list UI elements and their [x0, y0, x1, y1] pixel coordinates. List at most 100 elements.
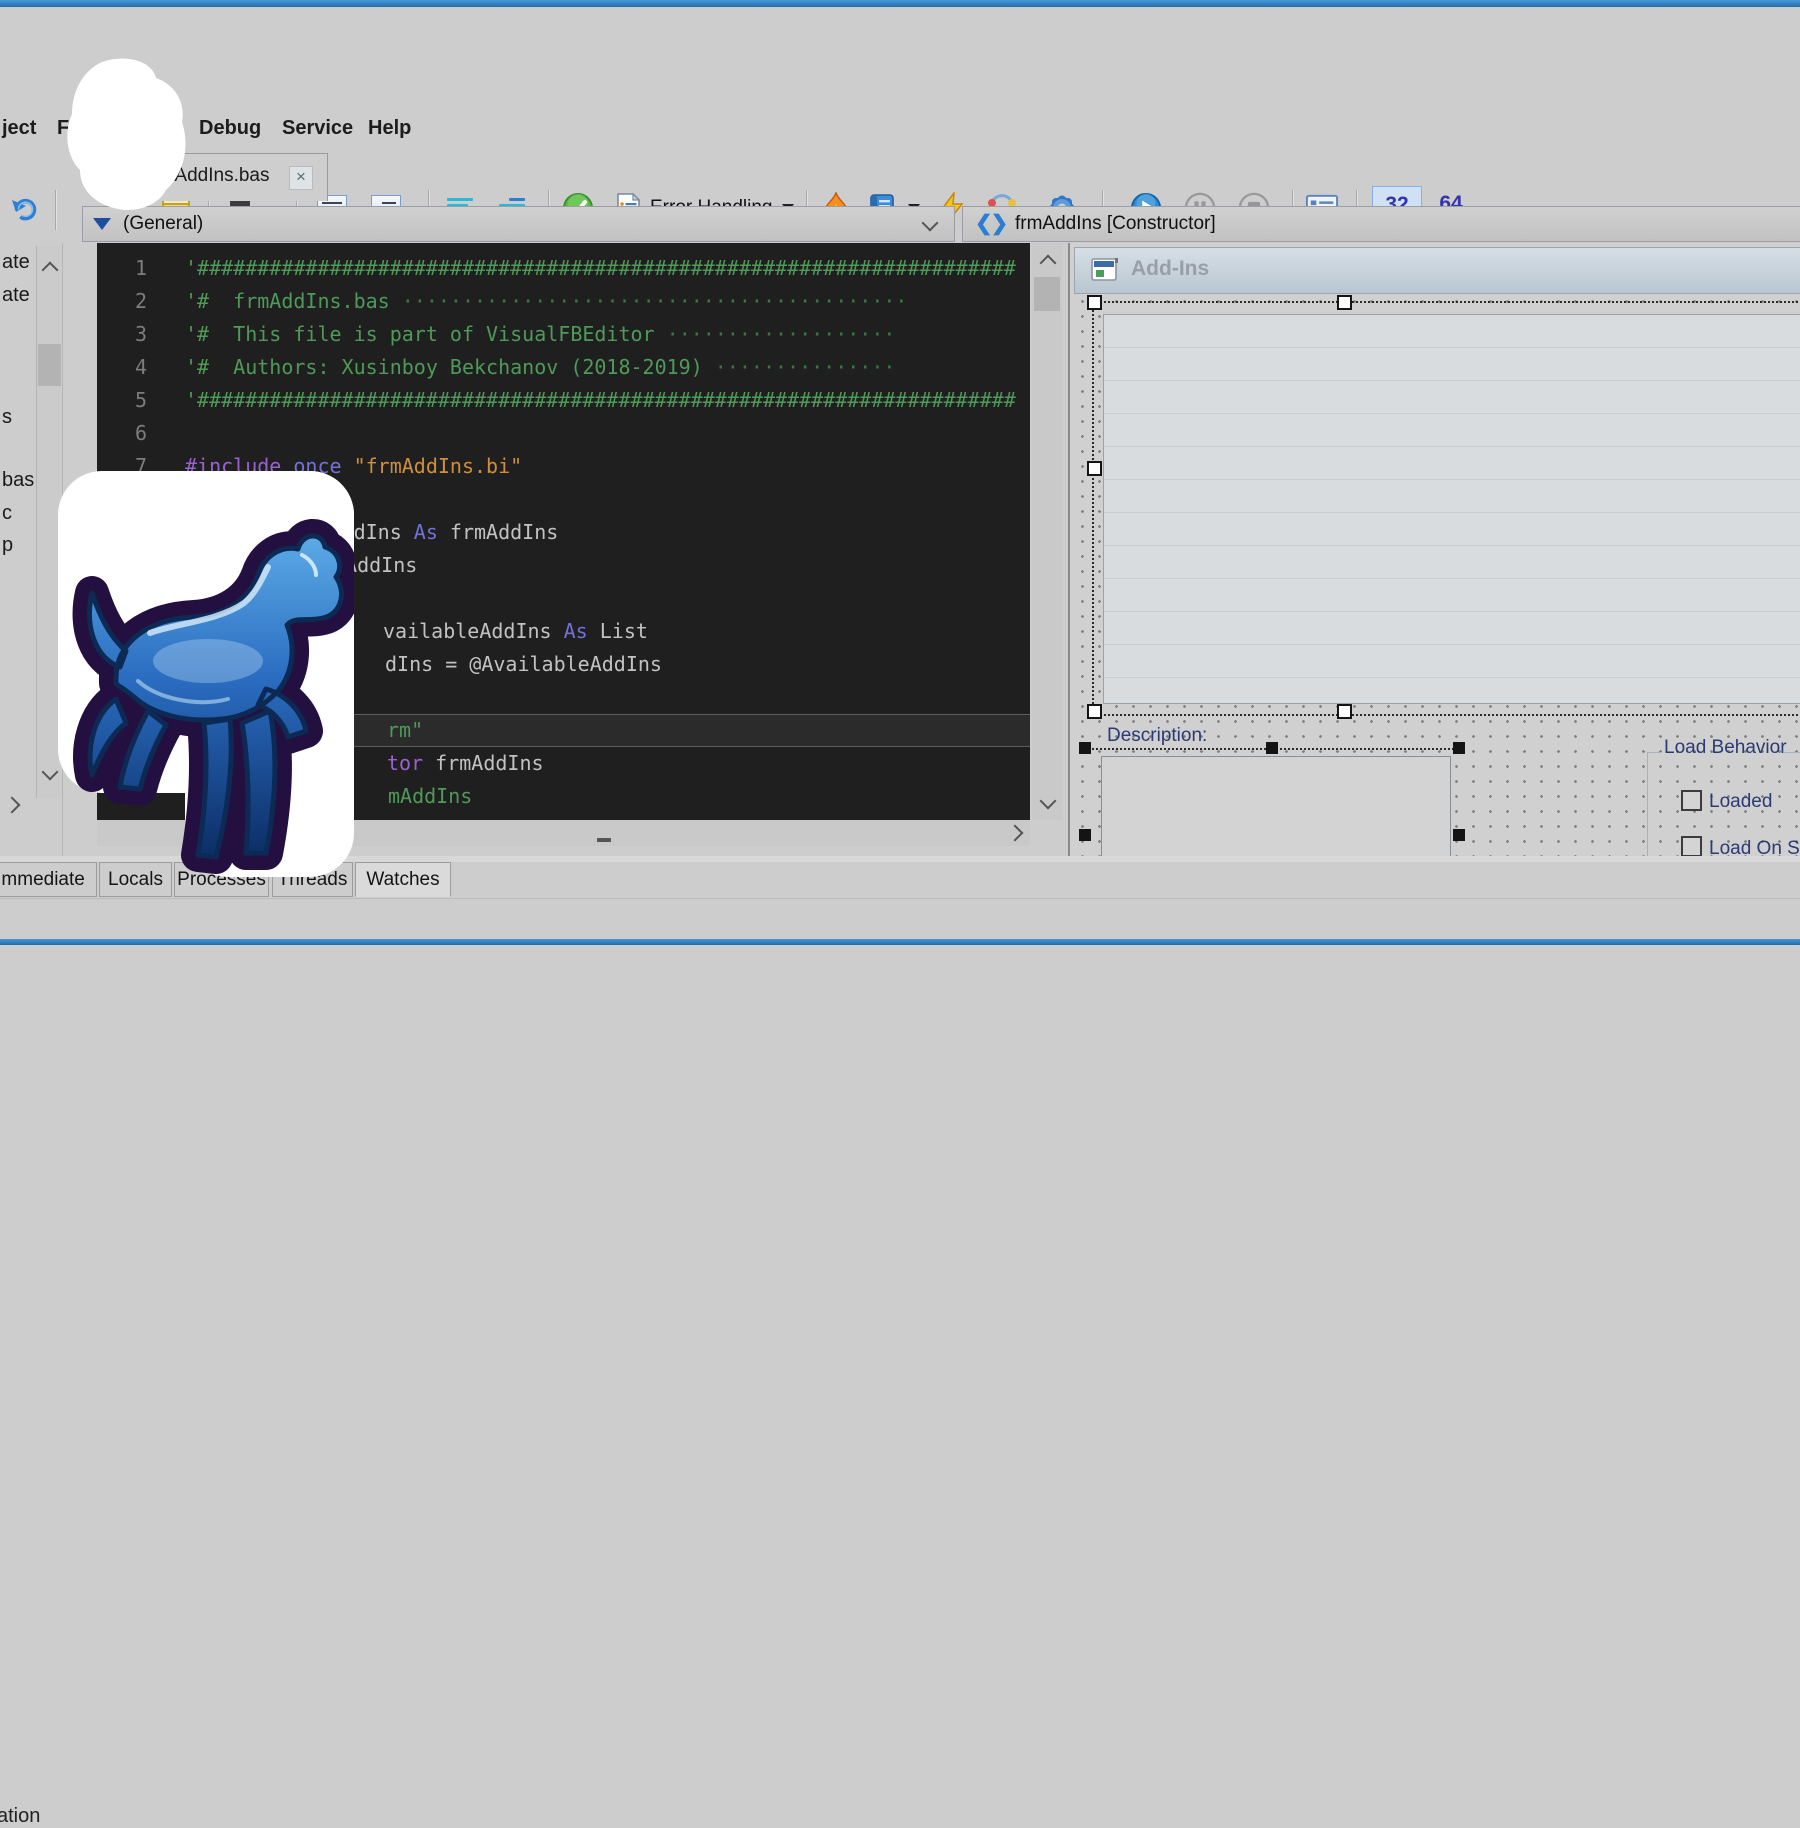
line-number: 2 — [97, 285, 147, 318]
code-line-4[interactable]: 4'# Authors: Xusinboy Bekchanov (2018-20… — [97, 351, 1030, 384]
code-text: '# This file is part of VisualFBEditor ·… — [185, 318, 895, 351]
project-tree-item[interactable]: ate — [2, 250, 30, 274]
scope-combobox[interactable]: (General) — [82, 206, 955, 242]
code-line-14[interactable]: 14 — [97, 681, 1030, 714]
line-number: 1 — [97, 252, 147, 285]
debug-tab-immediate[interactable]: Immediate — [0, 862, 97, 897]
visualfbeditor-window: { "colors": { "accent_blue": "#2b7cc2", … — [0, 0, 1800, 945]
code-text: vailableAddIns As List — [383, 615, 648, 648]
project-tree-item[interactable]: p — [2, 533, 13, 557]
description-textbox[interactable] — [1101, 756, 1451, 856]
selection-handle[interactable] — [1337, 295, 1352, 310]
listview-selection-border — [1092, 301, 1800, 716]
project-tree-item[interactable]: c — [2, 501, 12, 525]
code-line-7[interactable]: 7#include once "frmAddIns.bi" — [97, 450, 1030, 483]
code-line-6[interactable]: 6 — [97, 417, 1030, 450]
code-text: mAddIns — [388, 780, 472, 813]
code-line-8[interactable]: 8 — [97, 483, 1030, 516]
debug-tab-processes[interactable]: Processes — [174, 862, 269, 897]
editor-hscrollbar[interactable] — [97, 820, 1030, 846]
project-tree-item[interactable]: bas — [2, 468, 34, 492]
code-text: Dim Shared fAddIns As frmAddIns — [185, 516, 558, 549]
code-line-11[interactable]: 11 — [97, 582, 1030, 615]
tab-frmaddins-bas[interactable]: frmAddIns.bas × — [100, 153, 328, 201]
scroll-right-icon[interactable] — [1007, 825, 1024, 842]
code-editor[interactable]: 1 '######################################… — [97, 243, 1030, 829]
code-line-9[interactable]: 9 Dim Shared fAddIns As frmAddIns — [97, 516, 1030, 549]
line-number: 13 — [97, 648, 147, 681]
code-line-3[interactable]: 3'# This file is part of VisualFBEditor … — [97, 318, 1030, 351]
code-line-16[interactable]: 16tor frmAddIns — [97, 747, 1030, 780]
scroll-right-icon[interactable] — [4, 797, 21, 814]
line-number: 9 — [97, 516, 147, 549]
selection-handle[interactable] — [1337, 704, 1352, 719]
code-line-17[interactable]: 17mAddIns — [97, 780, 1030, 813]
form-designer[interactable]: Add-Ins Description: Load Behavior Loade… — [1068, 243, 1800, 856]
menubar: jectFormBuildDebugServiceHelp — [0, 55, 1800, 88]
debug-tab-locals[interactable]: Locals — [99, 862, 172, 897]
selection-handle[interactable] — [1453, 742, 1465, 754]
code-text: rm" — [387, 715, 423, 746]
code-text: fAddIns — [333, 549, 417, 582]
designed-form-titlebar: Add-Ins — [1074, 247, 1800, 294]
code-line-1[interactable]: 1'######################################… — [97, 252, 1030, 285]
code-line-2[interactable]: 2'# frmAddIns.bas ······················… — [97, 285, 1030, 318]
project-explorer-scrollbar[interactable] — [36, 246, 61, 798]
selection-handle[interactable] — [1079, 742, 1091, 754]
selection-handle[interactable] — [1079, 829, 1091, 841]
member-combo-value: frmAddIns [Constructor] — [1015, 213, 1216, 235]
redo-icon[interactable] — [8, 192, 40, 224]
tab-close-icon[interactable]: × — [289, 166, 313, 190]
code-brackets-icon: ❮❯ — [975, 211, 1006, 236]
member-combobox[interactable]: ❮❯ frmAddIns [Constructor] — [962, 206, 1800, 242]
scroll-up-icon[interactable] — [1040, 255, 1057, 272]
groupbox-border — [1647, 752, 1661, 753]
code-line-10[interactable]: 10 fAddIns — [97, 549, 1030, 582]
editor-vscrollbar[interactable] — [1032, 243, 1062, 820]
toolbar-separator — [55, 190, 57, 230]
chevron-down-icon[interactable] — [922, 215, 939, 232]
status-bar: ation — [0, 898, 1800, 939]
code-line-13[interactable]: 13 dIns = @AvailableAddIns — [97, 648, 1030, 681]
code-line-5[interactable]: 5 '######################################… — [97, 384, 1030, 417]
project-tree-item[interactable]: s — [2, 405, 12, 429]
tab-label: frmAddIns.bas — [147, 165, 270, 187]
loaded-checkbox-label[interactable]: Loaded — [1709, 791, 1772, 813]
selection-handle[interactable] — [1087, 461, 1102, 476]
load-on-start-checkbox[interactable] — [1681, 836, 1702, 856]
line-number: 10 — [97, 549, 147, 582]
line-number: 5 — [97, 384, 147, 417]
loaded-checkbox[interactable] — [1681, 790, 1702, 811]
scrollbar-thumb[interactable] — [1034, 277, 1060, 311]
code-text: '#######################################… — [185, 384, 1016, 417]
debug-tab-watches[interactable]: Watches — [355, 862, 451, 897]
scope-combo-icon — [93, 218, 111, 230]
scroll-down-icon[interactable] — [42, 764, 59, 781]
line-number: 7 — [97, 450, 147, 483]
scroll-down-icon[interactable] — [1040, 793, 1057, 810]
project-tree-item[interactable]: ate — [2, 283, 30, 307]
window-top-accent-bar — [0, 0, 1800, 7]
code-text: '# Authors: Xusinboy Bekchanov (2018-201… — [185, 351, 895, 384]
form-icon — [1091, 258, 1119, 282]
selection-handle[interactable] — [1087, 704, 1102, 719]
designed-form-title: Add-Ins — [1131, 257, 1209, 281]
debug-tab-threads[interactable]: Threads — [272, 862, 353, 897]
code-line-15[interactable]: 15rm" — [97, 714, 1030, 747]
line-number: 6 — [97, 417, 147, 450]
load-on-start-checkbox-label[interactable]: Load On S — [1709, 838, 1800, 856]
line-number: 16 — [97, 747, 147, 780]
line-number: 11 — [97, 582, 147, 615]
code-line-12[interactable]: 12vailableAddIns As List — [97, 615, 1030, 648]
selection-handle[interactable] — [1087, 295, 1102, 310]
scrollbar-thumb[interactable] — [38, 344, 61, 386]
selection-handle[interactable] — [1266, 742, 1278, 754]
load-behavior-group-label[interactable]: Load Behavior — [1664, 737, 1787, 759]
line-number: 8 — [97, 483, 147, 516]
project-explorer: ate ate s bas cp — [0, 243, 63, 856]
description-label[interactable]: Description: — [1107, 725, 1207, 747]
scroll-up-icon[interactable] — [42, 262, 59, 279]
scrollbar-thumb[interactable] — [597, 838, 611, 842]
code-text: dIns = @AvailableAddIns — [385, 648, 662, 681]
selection-handle[interactable] — [1453, 829, 1465, 841]
